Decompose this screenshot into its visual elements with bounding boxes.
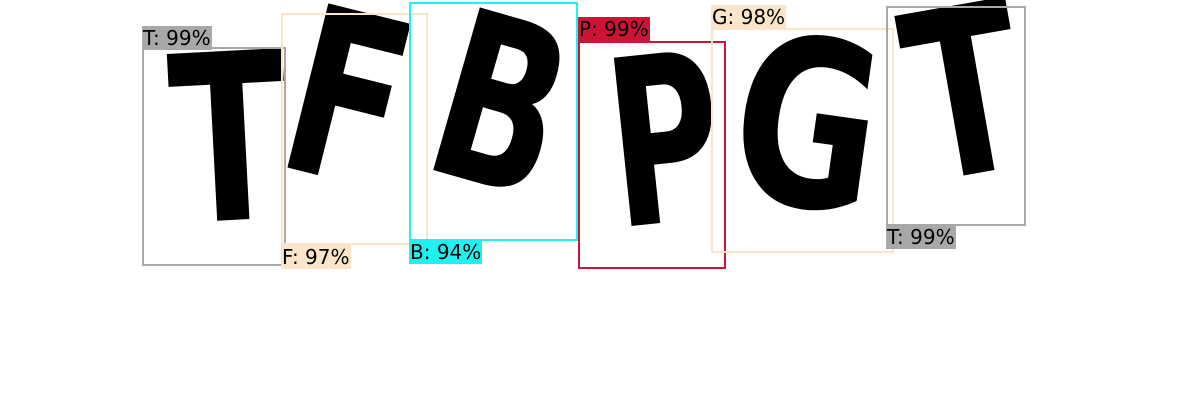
detection-canvas: T F B P G T T: 99% F: 97% B: 94% P: 99% … [0,0,1200,420]
detection-label: G: 98% [711,5,787,29]
detection-box [578,41,726,269]
detection-box [142,47,286,266]
detection-box [711,28,894,253]
detection-label: B: 94% [409,240,483,264]
detection-label: T: 99% [886,225,956,249]
detection-label: T: 99% [142,26,212,50]
detection-box [409,2,578,241]
detection-label: P: 99% [578,17,650,41]
detection-box [281,13,428,245]
detection-label: F: 97% [281,245,351,269]
detection-box [886,6,1026,226]
